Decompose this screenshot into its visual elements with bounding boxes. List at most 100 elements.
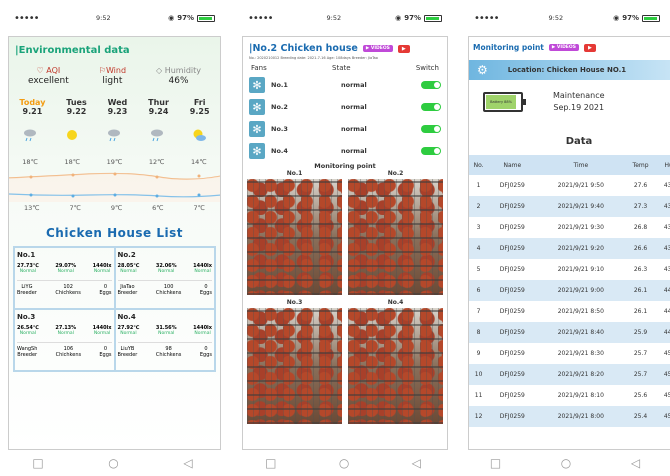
environment-screen[interactable]: |Environmental data ♡ AQI excellent ⚐Wind… <box>8 36 221 450</box>
env-title: |Environmental data <box>15 45 130 56</box>
heart-icon: ♡ <box>36 66 47 75</box>
home-button[interactable]: ○ <box>108 456 118 470</box>
table-row[interactable]: 1DFJ02592021/9/21 9:5027.643.62 <box>469 175 670 196</box>
battery-percent: 97% <box>177 14 194 22</box>
metric-aqi: ♡ AQI excellent <box>27 66 69 86</box>
play-icon[interactable]: ▶ <box>397 44 410 53</box>
data-title: Data <box>565 136 593 147</box>
day-3[interactable]: Thur 9.24 <box>148 98 169 116</box>
fan-row: ✻ No.1 normal <box>243 74 447 96</box>
day-1[interactable]: Tues 9.22 <box>66 98 86 116</box>
camera-feed[interactable]: No.3 <box>247 299 342 424</box>
data-table: No.NameTimeTempHumi 1DFJ02592021/9/21 9:… <box>469 155 670 427</box>
home-button[interactable]: ○ <box>561 456 571 470</box>
signal-icon: ••••• <box>248 12 273 24</box>
house-card[interactable]: No.4 27.92℃ Normal 31.56% Normal 1440lx Norma… <box>114 309 215 371</box>
flag-icon: ⚐ <box>98 66 106 75</box>
back-button[interactable]: ◁ <box>412 456 421 470</box>
fan-switch[interactable] <box>421 147 441 155</box>
day-2[interactable]: Wed 9.23 <box>108 98 128 116</box>
day-0[interactable]: Today 9.21 <box>19 98 45 116</box>
phone-monitoring-point: ••••• 9:52 ◉ 97% Monitoring point ▶ VIDEOS ▶ … <box>460 0 670 476</box>
home-button[interactable]: ○ <box>339 456 349 470</box>
table-row[interactable]: 2DFJ02592021/9/21 9:4027.343.41 <box>469 196 670 217</box>
chicken-house-screen[interactable]: |No.2 Chicken house ▶ VIDEOS ▶ No.: 202021… <box>242 36 448 450</box>
camera-image[interactable] <box>247 308 342 424</box>
cloud-rain-icon <box>150 129 163 142</box>
drop-icon: ◇ <box>156 66 165 75</box>
phone-environment: ••••• 9:52 ◉ 97% |Environmental data ♡ AQI e… <box>0 0 225 476</box>
back-button[interactable]: ◁ <box>631 456 640 470</box>
house-card[interactable]: No.2 28.05℃ Normal 32.06% Normal 1440lx Norma… <box>114 247 215 309</box>
day-4[interactable]: Fri 9.25 <box>190 98 210 116</box>
high-temps: 18℃ 18℃ 19℃ 12℃ 14℃ <box>22 158 207 166</box>
camera-feed[interactable]: No.1 <box>247 170 342 295</box>
videos-button[interactable]: ▶ VIDEOS <box>362 45 393 52</box>
maintenance-title: Maintenance <box>553 91 605 100</box>
fan-row: ✻ No.2 normal <box>243 96 447 118</box>
videos-button[interactable]: ▶ VIDEOS <box>548 44 579 51</box>
camera-image[interactable] <box>348 308 443 424</box>
status-time: 9:52 <box>96 14 111 22</box>
house-card[interactable]: No.1 27.73℃ Normal 29.07% Normal 1440lx Norma… <box>14 247 115 309</box>
fan-row: ✻ No.3 normal <box>243 118 447 140</box>
alarm-icon: ◉ <box>395 14 402 22</box>
table-row[interactable]: 6DFJ02592021/9/21 9:0026.144.32 <box>469 280 670 301</box>
status-bar: ••••• 9:52 ◉ 97% <box>234 0 452 36</box>
maintenance-date: Sep.19 2021 <box>553 103 605 112</box>
table-row[interactable]: 11DFJ02592021/9/21 8:1025.645.38 <box>469 385 670 406</box>
sun-cloud-icon <box>193 129 206 141</box>
fan-icon: ✻ <box>249 99 265 115</box>
table-row[interactable]: 4DFJ02592021/9/21 9:2026.643.89 <box>469 238 670 259</box>
table-row[interactable]: 10DFJ02592021/9/21 8:2025.745.43 <box>469 364 670 385</box>
camera-feed[interactable]: No.4 <box>348 299 443 424</box>
recent-apps-button[interactable]: □ <box>265 456 276 470</box>
signal-icon: ••••• <box>474 12 499 24</box>
monitor-title: Monitoring point <box>314 162 376 170</box>
fan-row: ✻ No.4 normal <box>243 140 447 162</box>
status-bar: ••••• 9:52 ◉ 97% <box>460 0 670 36</box>
low-temps: 13℃ 7℃ 9℃ 6℃ 7℃ <box>23 204 205 212</box>
table-row[interactable]: 12DFJ02592021/9/21 8:0025.445.25 <box>469 406 670 427</box>
sun-icon <box>67 130 78 140</box>
camera-image[interactable] <box>348 179 443 295</box>
fan-icon: ✻ <box>249 121 265 137</box>
status-time: 9:52 <box>326 14 342 22</box>
nav-bar: □ ○ ◁ <box>0 450 225 476</box>
maintenance-row: Battery 88% Maintenance Sep.19 2021 <box>469 80 670 114</box>
fan-icon: ✻ <box>249 143 265 159</box>
fan-switch[interactable] <box>421 103 441 111</box>
table-row[interactable]: 5DFJ02592021/9/21 9:1026.343.87 <box>469 259 670 280</box>
nav-bar: □ ○ ◁ <box>234 450 452 476</box>
alarm-icon: ◉ <box>168 14 175 22</box>
table-row[interactable]: 9DFJ02592021/9/21 8:3025.745.62 <box>469 343 670 364</box>
table-row[interactable]: 7DFJ02592021/9/21 8:5026.144.79 <box>469 301 670 322</box>
cloud-rain-icon <box>108 129 121 142</box>
battery-icon <box>196 14 215 22</box>
monitoring-screen[interactable]: Monitoring point ▶ VIDEOS ▶ ⚙ Location: Chi… <box>468 36 670 450</box>
house-card[interactable]: No.3 26.54℃ Normal 27.13% Normal 1440lx Norma… <box>14 309 115 371</box>
play-icon[interactable]: ▶ <box>583 43 596 52</box>
camera-grid: No.1 No.2 No.3 No.4 <box>243 170 447 424</box>
device-battery-icon: Battery 88% <box>483 92 526 112</box>
fan-switch[interactable] <box>421 81 441 89</box>
fan-icon: ✻ <box>249 77 265 93</box>
table-header: No.NameTimeTempHumi <box>469 155 670 175</box>
signal-icon: ••••• <box>14 12 39 24</box>
battery-percent: 97% <box>404 14 421 22</box>
camera-image[interactable] <box>247 179 342 295</box>
recent-apps-button[interactable]: □ <box>32 456 43 470</box>
camera-feed[interactable]: No.2 <box>348 170 443 295</box>
table-row[interactable]: 3DFJ02592021/9/21 9:3026.843.61 <box>469 217 670 238</box>
phone-chicken-house: ••••• 9:52 ◉ 97% |No.2 Chicken house ▶ VIDEO… <box>234 0 452 476</box>
alarm-icon: ◉ <box>613 14 620 22</box>
back-button[interactable]: ◁ <box>183 456 192 470</box>
env-metrics: ♡ AQI excellent ⚐Wind light ◇ Humidity 46% <box>9 60 220 86</box>
recent-apps-button[interactable]: □ <box>490 456 501 470</box>
fan-switch[interactable] <box>421 125 441 133</box>
status-bar: ••••• 9:52 ◉ 97% <box>0 0 225 36</box>
gear-icon: ⚙ <box>477 63 488 77</box>
location-bar: ⚙ Location: Chicken House NO.1 <box>469 60 670 80</box>
table-row[interactable]: 8DFJ02592021/9/21 8:4025.944.91 <box>469 322 670 343</box>
weather-icons <box>9 126 220 144</box>
